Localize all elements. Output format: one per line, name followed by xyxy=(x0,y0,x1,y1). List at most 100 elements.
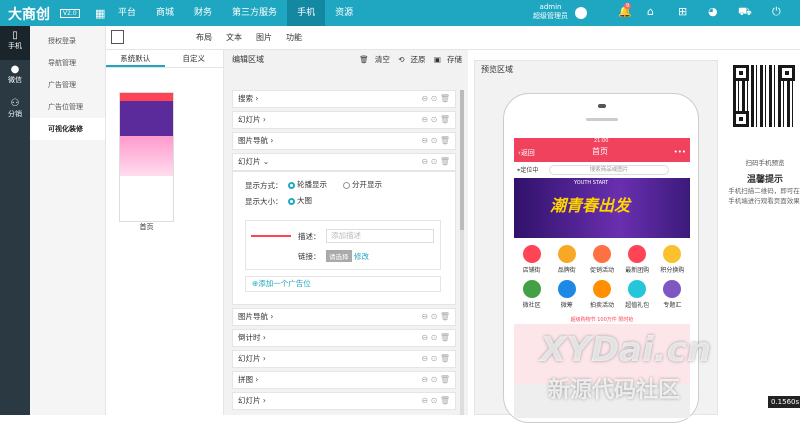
secondary-sidebar: 授权登录 导航管理 广告管理 广告位管理 可视化装修 xyxy=(30,26,106,415)
home-icon[interactable]: ⌂ xyxy=(647,5,654,18)
template-thumbnail[interactable] xyxy=(119,92,174,222)
restore-button[interactable]: ⟲ 还原 xyxy=(398,55,425,64)
module-row[interactable]: 幻灯片 › ⊖ ⊙ 🗑 xyxy=(232,350,456,368)
tab-system-default[interactable]: 系统默认 xyxy=(106,50,165,67)
restore-label: 还原 xyxy=(410,55,426,64)
row-ops[interactable]: ⊖ ⊙ 🗑 xyxy=(421,330,450,346)
module-row[interactable]: 图片导航 › ⊖ ⊙ 🗑 xyxy=(232,308,456,326)
row-ops[interactable]: ⊖ ⊙ 🗑 xyxy=(421,91,450,107)
tab-custom[interactable]: 自定义 xyxy=(165,50,224,67)
module-row[interactable]: 搜索 › ⊖ ⊙ 🗑 xyxy=(232,90,456,108)
promo-icon xyxy=(592,245,611,263)
radio-large[interactable]: 大图 xyxy=(288,195,312,206)
more-icon[interactable]: ••• xyxy=(674,148,686,156)
grid-item[interactable]: 超值礼包 xyxy=(620,277,655,312)
grid-item[interactable]: 品牌街 xyxy=(549,242,584,277)
module-row[interactable]: 幻灯片 › ⊖ ⊙ 🗑 xyxy=(232,392,456,410)
module-row[interactable]: 倒计时 › ⊖ ⊙ 🗑 xyxy=(232,329,456,347)
row-ops[interactable]: ⊖ ⊙ 🗑 xyxy=(421,372,450,388)
sidebar-item-distribution[interactable]: ⚇ 分销 xyxy=(0,94,30,128)
grid-item[interactable]: 最新团购 xyxy=(620,242,655,277)
screen-banner[interactable]: YOUTH START 潮青春出发 xyxy=(514,178,690,238)
row-ops[interactable]: ⊖ ⊙ 🗑 xyxy=(421,112,450,128)
camera xyxy=(598,104,606,108)
sidebar-item-visual-decor[interactable]: 可视化装修 xyxy=(30,118,105,140)
slideshow-settings: 显示方式： 轮播显示 分开显示 显示大小： 大图 描述： 添加描述 链接： 请选… xyxy=(232,171,456,305)
sidebar-item-wechat[interactable]: ● 微信 xyxy=(0,60,30,94)
speaker xyxy=(586,118,618,121)
nav-platform[interactable]: 平台 xyxy=(108,0,146,26)
banner-subtitle: YOUTH START xyxy=(574,180,609,186)
select-link-button[interactable]: 请选择 xyxy=(326,250,352,262)
phone-icon: ▯ xyxy=(12,30,18,41)
grid-item[interactable]: 拍卖活动 xyxy=(584,277,619,312)
row-ops[interactable]: ⊖ ⊙ 🗑 xyxy=(421,309,450,325)
nav-third-party[interactable]: 第三方服务 xyxy=(222,0,287,26)
module-row-expanded[interactable]: 幻灯片 ⌄ ⊖ ⊙ 🗑 xyxy=(232,153,456,171)
sidebar-item-auth-login[interactable]: 授权登录 xyxy=(30,30,105,52)
module-label: 拼图 xyxy=(238,375,253,384)
palette-icon[interactable]: ◕ xyxy=(708,5,718,18)
add-ad-button[interactable]: ⊕添加一个广告位 xyxy=(245,276,441,292)
grid-item[interactable]: 微筹 xyxy=(549,277,584,312)
sidebar-item-ad-manage[interactable]: 广告管理 xyxy=(30,74,105,96)
user-name: admin xyxy=(539,3,562,11)
row-ops[interactable]: ⊖ ⊙ 🗑 xyxy=(421,154,450,170)
location[interactable]: ⌖定位中 xyxy=(517,165,538,175)
desc-label: 描述： xyxy=(298,232,321,241)
sidebar-item-mobile[interactable]: ▯ 手机 xyxy=(0,26,30,60)
grid-item[interactable]: 促销活动 xyxy=(584,242,619,277)
grid-item[interactable]: 专题汇 xyxy=(655,277,690,312)
grid-item[interactable]: 店铺街 xyxy=(514,242,549,277)
layout-icon[interactable] xyxy=(111,30,124,44)
radio-tile[interactable]: 分开显示 xyxy=(343,179,382,190)
nav-mall[interactable]: 商城 xyxy=(146,0,184,26)
preview-title: 预览区域 xyxy=(481,65,513,74)
desc-input[interactable]: 添加描述 xyxy=(326,229,434,243)
module-label: 图片导航 xyxy=(238,136,268,145)
location-label: 定位中 xyxy=(520,167,539,174)
row-ops[interactable]: ⊖ ⊙ 🗑 xyxy=(421,133,450,149)
clear-button[interactable]: 🗑 清空 xyxy=(359,55,390,64)
save-button[interactable]: ▣ 存储 xyxy=(434,55,462,64)
tab-function[interactable]: 功能 xyxy=(286,32,302,43)
module-row[interactable]: 图片导航 › ⊖ ⊙ 🗑 xyxy=(232,132,456,150)
nav-resource[interactable]: 资源 xyxy=(325,0,363,26)
nav-finance[interactable]: 财务 xyxy=(184,0,222,26)
watermark: XYDai.cn xyxy=(540,330,711,370)
tip-title: 温馨提示 xyxy=(746,175,783,185)
user-role: 超级管理员 xyxy=(533,12,568,20)
tab-text[interactable]: 文本 xyxy=(226,32,242,43)
screen-search-input[interactable]: 搜索商品或图片 xyxy=(549,165,669,175)
nav-mobile[interactable]: 手机 xyxy=(287,0,326,26)
sitemap-icon[interactable]: ⊞ xyxy=(678,5,687,18)
power-icon[interactable]: ⏻ xyxy=(772,5,781,19)
sidebar-item-nav-manage[interactable]: 导航管理 xyxy=(30,52,105,74)
display-size-label: 显示大小： xyxy=(245,197,283,206)
grid-item[interactable]: 积分换购 xyxy=(655,242,690,277)
row-ops[interactable]: ⊖ ⊙ 🗑 xyxy=(421,351,450,367)
cart-icon[interactable]: ⛟ xyxy=(738,5,752,20)
module-row[interactable]: 拼图 › ⊖ ⊙ 🗑 xyxy=(232,371,456,389)
module-row[interactable]: 幻灯片 › ⊖ ⊙ 🗑 xyxy=(232,111,456,129)
tip-text: 手机扫描二维码，即可在手机端进行观看页面效果 xyxy=(728,187,800,205)
back-button[interactable]: ‹返回 xyxy=(518,148,535,158)
avatar[interactable] xyxy=(575,7,587,19)
tab-layout[interactable]: 布局 xyxy=(196,32,212,43)
ad-image[interactable] xyxy=(251,235,291,255)
user-info[interactable]: admin 超级管理员 xyxy=(533,3,568,21)
tab-image[interactable]: 图片 xyxy=(256,32,272,43)
share-icon: ⚇ xyxy=(10,98,20,109)
crown-icon xyxy=(557,245,576,263)
edit-link[interactable]: 修改 xyxy=(354,251,369,262)
grid-menu-icon[interactable]: ▦ xyxy=(95,7,105,20)
sale-banner[interactable]: 超级购物节 100万件 限时抢 xyxy=(514,316,690,324)
radio-carousel[interactable]: 轮播显示 xyxy=(288,179,327,190)
row-ops[interactable]: ⊖ ⊙ 🗑 xyxy=(421,393,450,409)
sidebar-item-ad-position[interactable]: 广告位管理 xyxy=(30,96,105,118)
logo[interactable]: 大商创 xyxy=(8,4,50,24)
main-nav: 平台 商城 财务 第三方服务 手机 资源 xyxy=(108,0,363,26)
grid-item[interactable]: 微社区 xyxy=(514,277,549,312)
radio-label: 大图 xyxy=(297,196,312,205)
edit-scrollbar[interactable] xyxy=(460,90,464,415)
